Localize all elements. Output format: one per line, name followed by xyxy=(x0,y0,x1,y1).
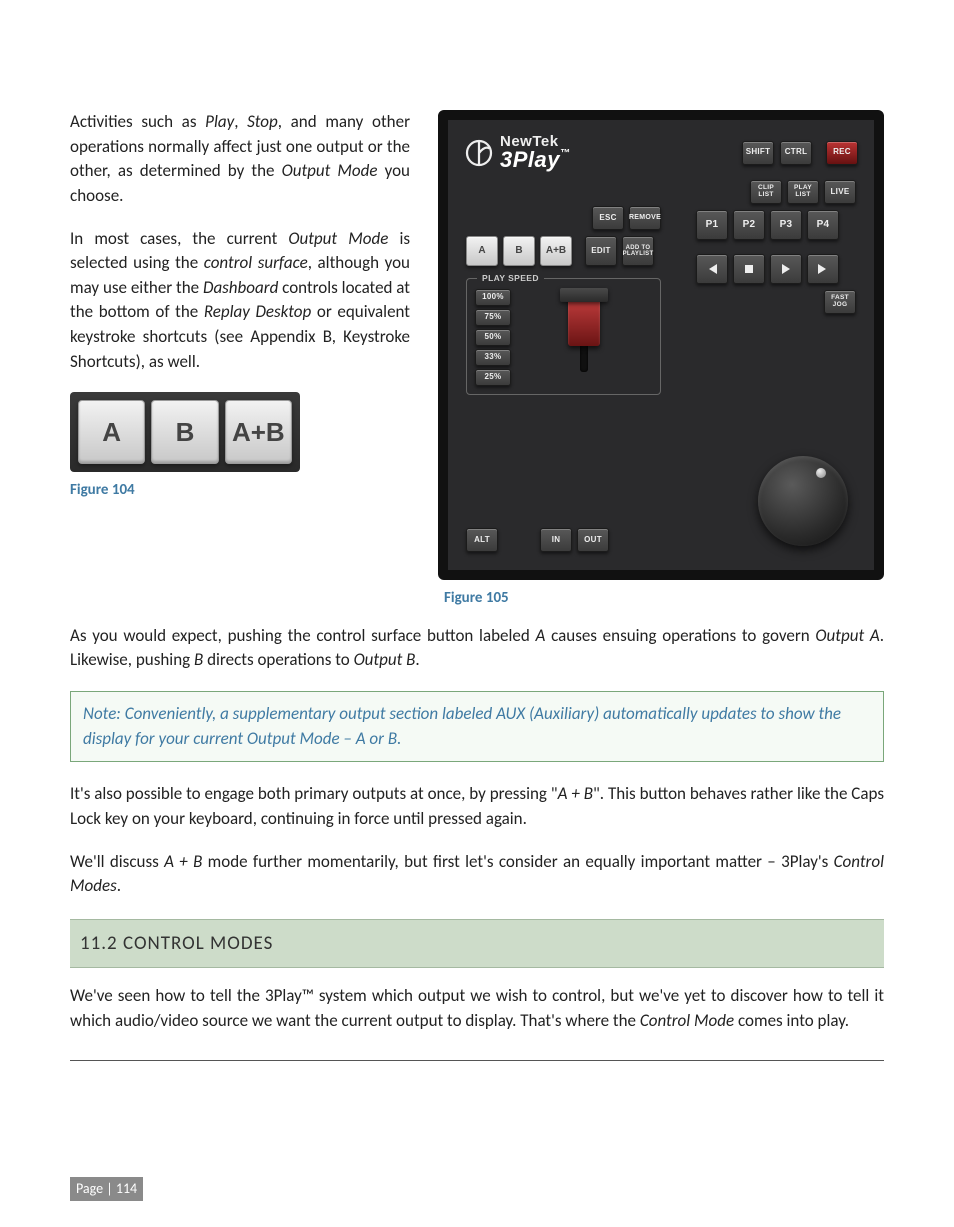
italic: A xyxy=(536,625,546,646)
text: causes ensuing operations to govern xyxy=(545,625,815,646)
italic: A + B xyxy=(558,783,593,804)
italic: Dashboard xyxy=(203,277,278,298)
key-b: B xyxy=(151,400,218,464)
key-a-plus-b: A+B xyxy=(225,400,292,464)
text: As you would expect, pushing the control… xyxy=(70,625,536,646)
figure-104: A B A+B Figure 104 xyxy=(70,392,300,502)
play-key xyxy=(770,254,802,284)
figure-105-caption: Figure 105 xyxy=(444,588,884,610)
italic: Output Mode xyxy=(282,160,378,181)
italic: Stop xyxy=(247,111,278,132)
paragraph-1: Activities such as Play, Stop, and many … xyxy=(70,110,410,209)
italic: Output A xyxy=(815,625,879,646)
italic: Play xyxy=(205,111,234,132)
play-list-key: PLAY LIST xyxy=(787,180,819,204)
section-heading: 11.2 CONTROL MODES xyxy=(70,919,884,969)
speed-100: 100% xyxy=(475,289,511,306)
shift-key: SHIFT xyxy=(742,141,774,165)
p1-key: P1 xyxy=(696,210,728,240)
p2-key: P2 xyxy=(733,210,765,240)
footer-rule xyxy=(70,1060,884,1061)
paragraph-4: It's also possible to engage both primar… xyxy=(70,782,884,831)
speed-75: 75% xyxy=(475,309,511,326)
paragraph-6: We've seen how to tell the 3Play™ system… xyxy=(70,984,884,1033)
stop-key xyxy=(733,254,765,284)
page-number: Page | 114 xyxy=(70,1177,143,1201)
p3-key: P3 xyxy=(770,210,802,240)
figure-104-panel: A B A+B xyxy=(70,392,300,472)
remove-key: REMOVE xyxy=(629,206,661,230)
key-a: A xyxy=(78,400,145,464)
alt-key: ALT xyxy=(466,528,498,552)
italic: A + B xyxy=(164,851,202,872)
text: , xyxy=(234,111,247,132)
in-key: IN xyxy=(540,528,572,552)
out-key: OUT xyxy=(577,528,609,552)
ctrl-key: CTRL xyxy=(780,141,812,165)
text: directs operations to xyxy=(203,649,353,670)
figure-105-panel: NewTek 3Play™ SHIFT CTRL REC ESC REMOVE … xyxy=(438,110,884,580)
text: . xyxy=(415,649,419,670)
jog-wheel xyxy=(758,456,848,546)
prev-key xyxy=(696,254,728,284)
brand-main: 3Play xyxy=(500,147,560,172)
note-box: Note: Conveniently, a supplementary outp… xyxy=(70,691,884,762)
t-bar xyxy=(529,286,639,384)
text: We'll discuss xyxy=(70,851,164,872)
paragraph-3: As you would expect, pushing the control… xyxy=(70,624,884,673)
italic: Output Mode xyxy=(288,228,388,249)
live-key: LIVE xyxy=(824,180,856,204)
p4-key: P4 xyxy=(807,210,839,240)
newtek-icon xyxy=(464,138,494,168)
italic: Replay Desktop xyxy=(204,301,311,322)
text: mode further momentarily, but first let'… xyxy=(202,851,833,872)
ab-key: A+B xyxy=(540,236,572,266)
speed-33: 33% xyxy=(475,349,511,366)
esc-key: ESC xyxy=(592,206,624,230)
rec-key: REC xyxy=(826,141,858,165)
italic: B xyxy=(194,649,203,670)
add-to-playlist-key: ADD TO PLAYLIST xyxy=(622,236,654,266)
text: It's also possible to engage both primar… xyxy=(70,783,558,804)
a-key: A xyxy=(466,236,498,266)
speed-50: 50% xyxy=(475,329,511,346)
paragraph-2: In most cases, the current Output Mode i… xyxy=(70,227,410,375)
text: . xyxy=(117,875,121,896)
italic: Control Mode xyxy=(640,1010,734,1031)
figure-104-caption: Figure 104 xyxy=(70,480,300,502)
paragraph-5: We'll discuss A + B mode further momenta… xyxy=(70,850,884,899)
speed-25: 25% xyxy=(475,369,511,386)
brand-logo: NewTek 3Play™ xyxy=(464,134,571,171)
text: In most cases, the current xyxy=(70,228,288,249)
play-speed-label: PLAY SPEED xyxy=(477,272,544,284)
clip-list-key: CLIP LIST xyxy=(750,180,782,204)
italic: Output B xyxy=(354,649,416,670)
b-key: B xyxy=(503,236,535,266)
edit-key: EDIT xyxy=(585,236,617,266)
fast-jog-key: FAST JOG xyxy=(824,290,856,314)
text: Activities such as xyxy=(70,111,205,132)
play-speed-group: PLAY SPEED 100% 75% 50% 33% 25% xyxy=(466,278,661,395)
next-key xyxy=(807,254,839,284)
text: comes into play. xyxy=(734,1010,849,1031)
italic: control surface xyxy=(204,252,308,273)
